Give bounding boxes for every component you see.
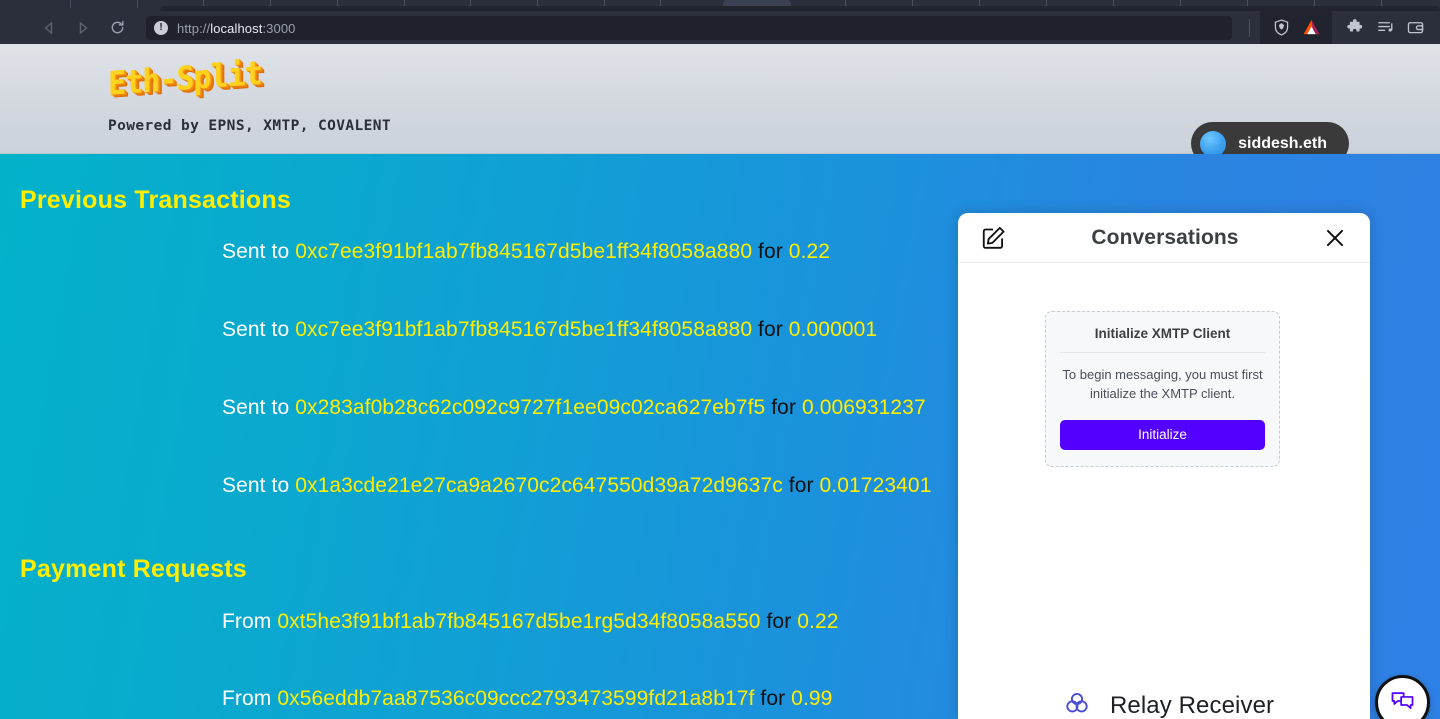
info-circle-icon[interactable]: ! <box>154 21 168 35</box>
playlist-icon[interactable] <box>1370 15 1400 41</box>
reload-icon[interactable] <box>102 15 132 41</box>
transaction-amount: 0.000001 <box>788 318 878 341</box>
user-avatar-circle <box>1200 130 1227 157</box>
from-label: From <box>222 610 272 633</box>
url-host: localhost <box>210 20 263 36</box>
bat-triangle-icon[interactable] <box>1296 15 1326 41</box>
for-label: for <box>788 474 814 497</box>
for-label: for <box>760 687 786 710</box>
payment-request-row: From 0xt5he3f91bf1ab7fb845167d5be1rg5d34… <box>222 610 839 634</box>
for-label: for <box>771 396 797 419</box>
transaction-row: Sent to 0xc7ee3f91bf1ab7fb845167d5be1ff3… <box>222 240 830 264</box>
relay-knot-logo-icon <box>1062 688 1092 719</box>
payment-request-row: From 0x56eddb7aa87536c09ccc2793473599fd2… <box>222 687 832 711</box>
url-port: :3000 <box>262 20 296 36</box>
app-logo-text: Eth-Split <box>108 54 262 104</box>
transaction-address[interactable]: 0x1a3cde21e27ca9a2670c2c647550d39a72d963… <box>295 474 783 497</box>
puzzle-piece-icon[interactable] <box>1340 15 1370 41</box>
app-header: Eth-Split Powered by EPNS, XMTP, COVALEN… <box>0 44 1440 165</box>
browser-tab-strip[interactable] <box>0 0 1440 11</box>
initialize-card-description: To begin messaging, you must first initi… <box>1062 367 1263 401</box>
sent-to-label: Sent to <box>222 396 290 419</box>
transaction-address[interactable]: 0xc7ee3f91bf1ab7fb845167d5be1ff34f8058a8… <box>295 318 752 341</box>
request-address[interactable]: 0xt5he3f91bf1ab7fb845167d5be1rg5d34f8058… <box>277 610 760 633</box>
from-label: From <box>222 687 272 710</box>
transaction-row: Sent to 0xc7ee3f91bf1ab7fb845167d5be1ff3… <box>222 318 877 342</box>
brave-shields-group <box>1260 11 1332 44</box>
toolbar-divider <box>1249 18 1250 37</box>
conversations-title: Conversations <box>1091 225 1239 249</box>
transaction-amount: 0.01723401 <box>819 474 932 497</box>
transaction-address[interactable]: 0xc7ee3f91bf1ab7fb845167d5be1ff34f8058a8… <box>295 240 752 263</box>
sent-to-label: Sent to <box>222 318 290 341</box>
request-address[interactable]: 0x56eddb7aa87536c09ccc2793473599fd21a8b1… <box>277 687 754 710</box>
tab-divider <box>137 0 138 8</box>
app-tagline: Powered by EPNS, XMTP, COVALENT <box>108 118 392 134</box>
chat-floating-button[interactable] <box>1375 675 1430 719</box>
close-x-icon[interactable] <box>1322 225 1348 251</box>
initialize-button[interactable]: Initialize <box>1060 419 1265 450</box>
tab-divider <box>70 0 71 8</box>
chat-bubbles-icon <box>1389 687 1416 719</box>
back-arrow-icon[interactable] <box>34 15 64 41</box>
previous-transactions-heading: Previous Transactions <box>20 186 291 214</box>
conversations-panel: Conversations Initialize XMTP Client To … <box>958 213 1370 719</box>
for-label: for <box>758 318 783 341</box>
brave-shield-icon[interactable] <box>1266 15 1296 41</box>
sent-to-label: Sent to <box>222 240 290 263</box>
transaction-row: Sent to 0x283af0b28c62c092c9727f1ee09c02… <box>222 396 926 420</box>
transaction-amount: 0.006931237 <box>802 396 926 419</box>
browser-toolbar-right <box>1239 11 1440 44</box>
compose-pencil-icon[interactable] <box>980 224 1008 252</box>
transaction-row: Sent to 0x1a3cde21e27ca9a2670c2c647550d3… <box>222 474 931 498</box>
url-address-bar[interactable]: ! http://localhost:3000 <box>146 16 1232 40</box>
transaction-address[interactable]: 0x283af0b28c62c092c9727f1ee09c02ca627eb7… <box>295 396 765 419</box>
sent-to-label: Sent to <box>222 474 290 497</box>
forward-arrow-icon[interactable] <box>68 15 98 41</box>
request-amount: 0.22 <box>797 610 839 633</box>
relay-receiver-label: Relay Receiver <box>1110 691 1275 719</box>
user-name-label: siddesh.eth <box>1238 134 1327 152</box>
app-logo[interactable]: Eth-Split <box>108 55 262 104</box>
initialize-card-title: Initialize XMTP Client <box>1060 326 1265 353</box>
initialize-xmtp-card: Initialize XMTP Client To begin messagin… <box>1045 311 1280 467</box>
url-text: http://localhost:3000 <box>177 21 296 36</box>
conversations-header: Conversations <box>958 213 1370 263</box>
app-main-content: Previous Transactions Sent to 0xc7ee3f91… <box>0 154 1440 719</box>
for-label: for <box>758 240 783 263</box>
relay-receiver-item[interactable]: Relay Receiver <box>1062 688 1274 719</box>
for-label: for <box>766 610 792 633</box>
payment-requests-heading: Payment Requests <box>20 555 247 583</box>
url-scheme: http:// <box>177 20 211 36</box>
transaction-amount: 0.22 <box>788 240 831 263</box>
wallet-icon[interactable] <box>1400 15 1430 41</box>
request-amount: 0.99 <box>791 687 833 710</box>
